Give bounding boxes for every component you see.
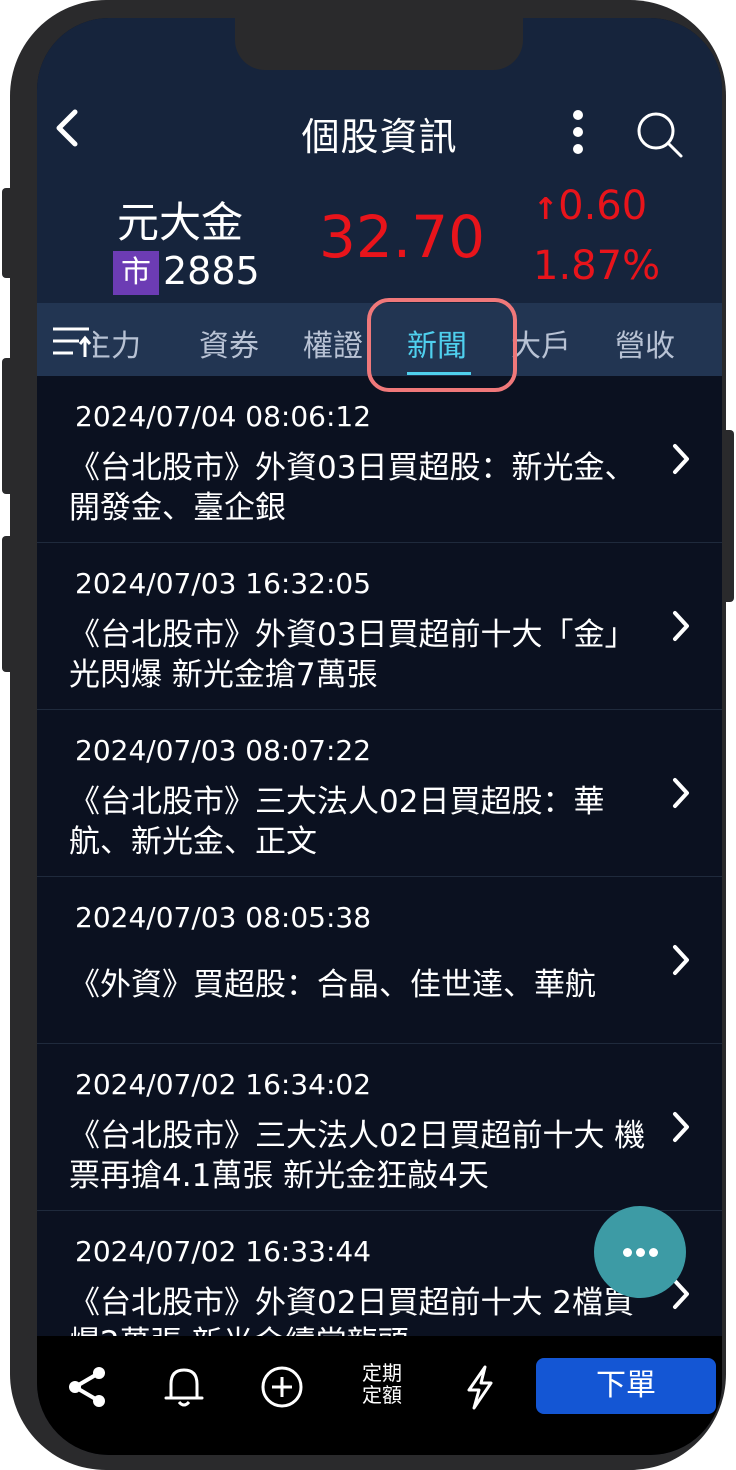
- news-item[interactable]: 2024/07/03 16:32:05 《台北股市》外資03日買超前十大「金」光…: [37, 543, 722, 710]
- share-icon[interactable]: [65, 1364, 111, 1410]
- place-order-button[interactable]: 下單: [536, 1358, 716, 1414]
- page-title: 個股資訊: [301, 115, 458, 159]
- chevron-right-icon: [673, 1112, 689, 1142]
- chevron-right-icon: [673, 444, 689, 474]
- news-list: 2024/07/04 08:06:12 《台北股市》外資03日買超股：新光金、開…: [37, 376, 722, 1336]
- news-time: 2024/07/03 08:07:22: [75, 734, 372, 767]
- chevron-right-icon: [673, 778, 689, 808]
- more-options-icon[interactable]: [567, 110, 589, 154]
- floating-more-button[interactable]: [594, 1206, 686, 1298]
- tab-warrant[interactable]: 權證: [303, 321, 363, 365]
- stock-quote-panel: 元大金 市 2885 32.70 ↑0.60 1.87%: [37, 173, 722, 303]
- bottom-toolbar: 定期 定額 下單: [37, 1336, 722, 1455]
- news-title: 《外資》買超股：合晶、佳世達、華航: [69, 967, 596, 1003]
- bell-icon[interactable]: [161, 1364, 207, 1410]
- stock-price: 32.70: [319, 203, 486, 271]
- news-item[interactable]: 2024/07/03 08:07:22 《台北股市》三大法人02日買超股：華航、…: [37, 710, 722, 877]
- tab-sort-icon[interactable]: [51, 323, 93, 359]
- price-change-value: 0.60: [558, 183, 648, 229]
- news-title: 《台北股市》外資03日買超股：新光金、開發金、臺企銀: [69, 450, 636, 526]
- news-time: 2024/07/03 16:32:05: [75, 567, 372, 600]
- lightning-icon[interactable]: [457, 1364, 503, 1410]
- news-title: 《台北股市》三大法人02日買超前十大 機票再搶4.1萬張 新光金狂敲4天: [69, 1118, 646, 1194]
- up-arrow-icon: ↑: [533, 192, 559, 227]
- news-title: 《台北股市》三大法人02日買超股：華航、新光金、正文: [69, 784, 605, 860]
- news-time: 2024/07/04 08:06:12: [75, 400, 372, 433]
- stock-code: 2885: [163, 249, 260, 293]
- period-label-line2: 定額: [362, 1383, 402, 1407]
- price-change-percent: 1.87%: [533, 243, 661, 289]
- chevron-right-icon: [673, 945, 689, 975]
- news-item[interactable]: 2024/07/03 08:05:38 《外資》買超股：合晶、佳世達、華航: [37, 877, 722, 1044]
- app-screen: 個股資訊 元大金 市 2885 32.70 ↑0.60 1.87% 主力 資券 …: [37, 18, 722, 1455]
- period-label-line1: 定期: [362, 1361, 402, 1385]
- market-badge: 市: [113, 251, 159, 295]
- regular-investment-button[interactable]: 定期 定額: [352, 1362, 412, 1406]
- news-time: 2024/07/02 16:33:44: [75, 1235, 372, 1268]
- news-title: 《台北股市》外資03日買超前十大「金」光閃爆 新光金搶7萬張: [69, 617, 636, 693]
- tab-major-holders[interactable]: 大戶: [511, 321, 571, 365]
- search-icon[interactable]: [635, 110, 685, 160]
- phone-frame: 個股資訊 元大金 市 2885 32.70 ↑0.60 1.87% 主力 資券 …: [10, 0, 726, 1470]
- phone-notch: [235, 18, 523, 70]
- tab-margin[interactable]: 資券: [199, 321, 259, 365]
- price-change: ↑0.60: [533, 183, 647, 229]
- add-circle-icon[interactable]: [259, 1364, 305, 1410]
- stock-name: 元大金: [117, 198, 244, 247]
- news-tab-highlight: [367, 298, 517, 392]
- news-item[interactable]: 2024/07/04 08:06:12 《台北股市》外資03日買超股：新光金、開…: [37, 376, 722, 543]
- news-time: 2024/07/02 16:34:02: [75, 1068, 372, 1101]
- news-item[interactable]: 2024/07/02 16:34:02 《台北股市》三大法人02日買超前十大 機…: [37, 1044, 722, 1211]
- chevron-right-icon: [673, 611, 689, 641]
- tab-revenue[interactable]: 營收: [615, 321, 675, 365]
- news-time: 2024/07/03 08:05:38: [75, 901, 372, 934]
- news-title: 《台北股市》外資02日買超前十大 2檔買爆2萬張 新光金續當龍頭: [69, 1285, 635, 1336]
